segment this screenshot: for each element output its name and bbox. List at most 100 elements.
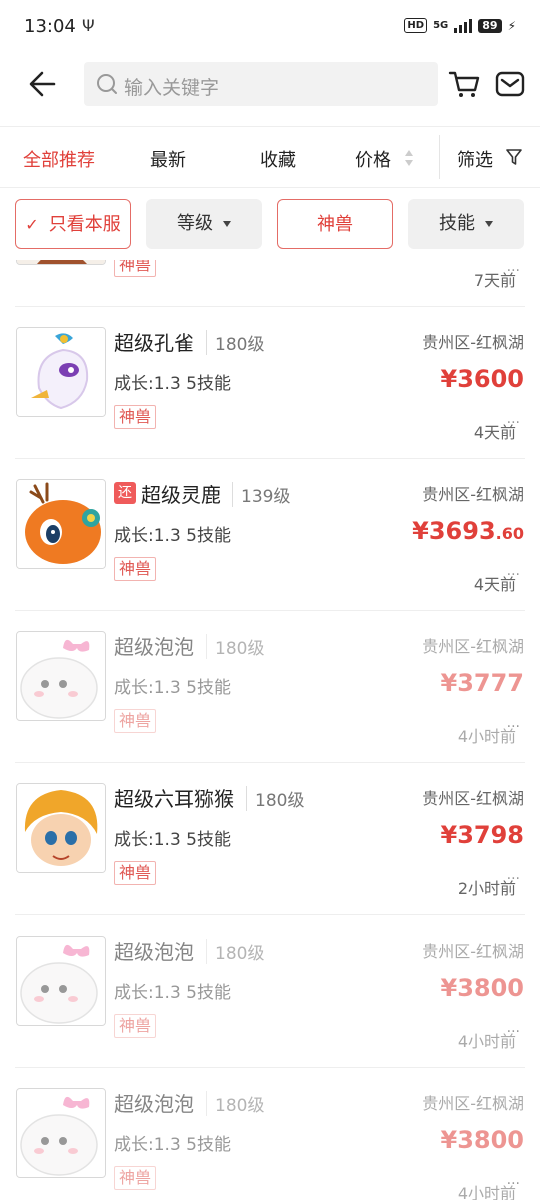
tab-latest[interactable]: 最新 [150,146,186,172]
pet-name: 超级泡泡 [114,635,194,659]
back-arrow-icon[interactable] [26,66,62,102]
divider [15,914,525,915]
header: 输入关键字 [0,56,540,126]
charging-icon: ⚡ [507,18,516,33]
filter-icon[interactable] [505,148,523,166]
list-item[interactable]: 神兽 7天前 ··· [0,260,540,307]
pet-thumbnail-bubble [16,936,106,1026]
chip-skill-label: 技能 [439,213,475,234]
pet-thumbnail-peacock [16,327,106,417]
price-amount: ¥3798 [440,821,525,849]
chip-this-server-label: 只看本服 [48,214,121,235]
price-amount: ¥3600 [440,365,525,393]
more-icon[interactable]: ··· [507,567,520,583]
pet-name: 超级孔雀 [114,331,194,355]
server-region: 贵州区-红枫湖 [422,789,524,808]
search-placeholder: 输入关键字 [124,77,220,99]
sort-arrows-icon [405,150,413,166]
status-right: HD 5G 89 ⚡ [404,18,516,33]
list-item[interactable]: 超级泡泡 180级 成长:1.3 5技能 神兽 贵州区-红枫湖 ¥3777 4小… [0,611,540,763]
price: ¥3800 [441,1126,525,1154]
search-icon [97,74,117,94]
price: ¥3800 [441,974,525,1002]
tab-all-recommend[interactable]: 全部推荐 [23,146,95,172]
battery-icon: 89 [478,18,502,33]
status-bar: 13:04 Ψ HD 5G 89 ⚡ [0,0,540,56]
pet-level: 180级 [246,786,304,811]
more-icon[interactable]: ··· [507,1176,520,1192]
pet-growth: 成长:1.3 5技能 [114,526,231,546]
price: ¥3798 [441,821,525,849]
tag-divine-beast: 神兽 [114,1166,157,1190]
server-region: 贵州区-红枫湖 [422,1094,524,1113]
tab-price[interactable]: 价格 [355,146,391,172]
pet-thumbnail-bubble [16,631,106,721]
cart-icon[interactable] [448,68,480,100]
pet-level: 180级 [206,939,264,964]
tag-divine-beast: 神兽 [114,557,157,581]
message-icon[interactable] [494,68,526,100]
sort-tabs: 全部推荐 最新 收藏 价格 筛选 [0,126,540,188]
tab-filter[interactable]: 筛选 [457,146,493,172]
pet-name: 超级泡泡 [114,1092,194,1116]
chip-level[interactable]: 等级 [146,199,262,249]
pet-level: 180级 [206,330,264,355]
pet-thumbnail-bubble [16,1088,106,1178]
pet-name: 超级灵鹿 [141,483,221,507]
tag-divine-beast: 神兽 [114,709,157,733]
chip-this-server[interactable]: ✓ 只看本服 [15,199,131,249]
more-icon[interactable]: ··· [507,719,520,735]
chip-divine-beast-label: 神兽 [317,214,353,235]
signal-icon [454,18,473,33]
price-amount: ¥3693 [412,517,496,545]
pet-level: 180级 [206,634,264,659]
list-item[interactable]: 超级六耳猕猴 180级 成长:1.3 5技能 神兽 贵州区-红枫湖 ¥3798 … [0,763,540,915]
search-input[interactable]: 输入关键字 [84,62,438,106]
pet-thumbnail-deer [16,479,106,569]
tag-divine-beast: 神兽 [114,1014,157,1038]
price: ¥3693.60 [412,517,524,545]
more-icon[interactable]: ··· [507,263,520,279]
price: ¥3777 [441,669,525,697]
tab-favorites[interactable]: 收藏 [260,146,296,172]
chip-level-label: 等级 [177,213,213,234]
list-item[interactable]: 超级泡泡 180级 成长:1.3 5技能 神兽 贵州区-红枫湖 ¥3800 4小… [0,1068,540,1200]
pet-growth: 成长:1.3 5技能 [114,1135,231,1155]
pet-growth: 成长:1.3 5技能 [114,678,231,698]
server-region: 贵州区-红枫湖 [422,637,524,656]
chip-skill[interactable]: 技能 [408,199,524,249]
list-item[interactable]: 超级泡泡 180级 成长:1.3 5技能 神兽 贵州区-红枫湖 ¥3800 4小… [0,916,540,1068]
list-item[interactable]: 还 超级灵鹿 139级 成长:1.3 5技能 神兽 贵州区-红枫湖 ¥3693.… [0,459,540,611]
pet-name: 超级泡泡 [114,940,194,964]
pet-growth: 成长:1.3 5技能 [114,830,231,850]
usb-icon: Ψ [82,16,95,35]
more-icon[interactable]: ··· [507,871,520,887]
tag-divine-beast: 神兽 [114,861,157,885]
server-region: 贵州区-红枫湖 [422,485,524,504]
price-amount: ¥3777 [440,669,525,697]
chip-divine-beast[interactable]: 神兽 [277,199,393,249]
pet-thumbnail [16,260,106,265]
pet-thumbnail-monkey [16,783,106,873]
pet-growth: 成长:1.3 5技能 [114,374,231,394]
filter-chips: ✓ 只看本服 等级 神兽 技能 [0,186,540,260]
more-icon[interactable]: ··· [507,415,520,431]
hd-badge: HD [404,18,428,33]
caret-down-icon [223,221,231,227]
pet-name: 超级六耳猕猴 [114,787,234,811]
caret-down-icon [485,221,493,227]
return-badge: 还 [114,482,136,504]
check-icon: ✓ [25,215,39,234]
network-label: 5G [433,20,449,31]
tab-divider [439,135,440,179]
product-list: 神兽 7天前 ··· 超级孔雀 180级 成长:1.3 5技能 神兽 贵州区-红… [0,260,540,1200]
server-region: 贵州区-红枫湖 [422,942,524,961]
tag-divine-beast: 神兽 [114,260,157,277]
price-amount: ¥3800 [440,1126,525,1154]
more-icon[interactable]: ··· [507,1024,520,1040]
price: ¥3600 [441,365,525,393]
pet-level: 139级 [232,482,290,507]
tag-divine-beast: 神兽 [114,405,157,429]
pet-level: 180级 [206,1091,264,1116]
list-item[interactable]: 超级孔雀 180级 成长:1.3 5技能 神兽 贵州区-红枫湖 ¥3600 4天… [0,307,540,459]
